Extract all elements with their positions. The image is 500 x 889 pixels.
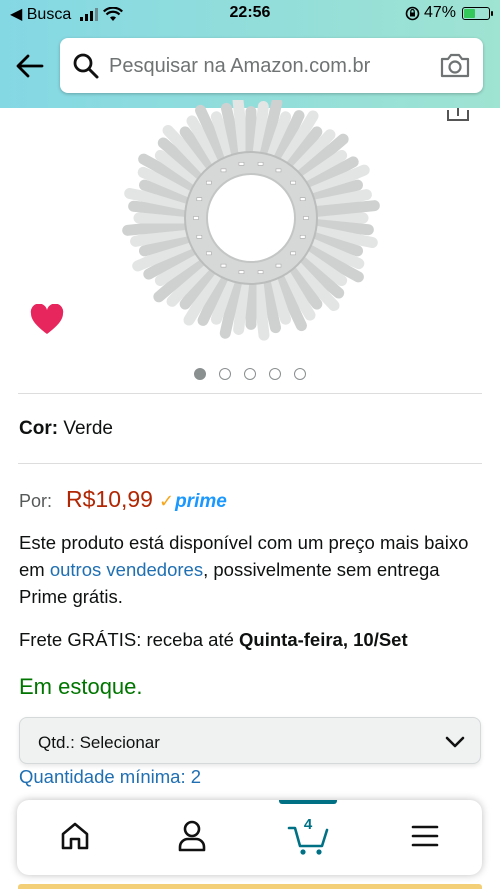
- price-row: Por: R$10,99 ✓ prime: [19, 486, 227, 513]
- battery-icon: [462, 6, 493, 20]
- divider: [18, 463, 482, 464]
- search-input[interactable]: Pesquisar na Amazon.com.br: [60, 38, 483, 93]
- delivery-date: Quinta-feira, 10/Set: [239, 629, 408, 650]
- nav-account[interactable]: [162, 814, 222, 858]
- chevron-down-icon: [445, 736, 465, 748]
- nav-home[interactable]: [45, 814, 105, 858]
- status-right: 47%: [405, 4, 493, 22]
- nav-menu[interactable]: [395, 814, 455, 858]
- price-value: R$10,99: [66, 486, 153, 512]
- battery-percent: 47%: [423, 4, 456, 21]
- prime-check-icon: ✓: [158, 491, 175, 511]
- orientation-lock-icon: [405, 6, 420, 20]
- color-value: Verde: [63, 418, 113, 439]
- minimum-quantity-link[interactable]: Quantidade mínima: 2: [19, 766, 201, 788]
- color-label: Cor:: [19, 418, 59, 439]
- product-image[interactable]: [116, 100, 386, 345]
- wishlist-heart-icon[interactable]: [30, 304, 64, 336]
- color-selection: Cor: Verde: [19, 418, 113, 440]
- active-tab-indicator: [279, 800, 337, 804]
- home-icon: [61, 822, 89, 850]
- search-icon: [73, 53, 99, 79]
- prime-badge: ✓ prime: [159, 491, 227, 513]
- account-icon: [178, 820, 206, 852]
- divider: [18, 393, 482, 394]
- search-placeholder: Pesquisar na Amazon.com.br: [109, 55, 371, 77]
- nav-cart[interactable]: 4: [279, 814, 339, 858]
- price-label: Por:: [19, 491, 53, 511]
- carousel-dot[interactable]: [269, 368, 281, 380]
- quantity-select-label: Qtd.: Selecionar: [38, 733, 160, 752]
- delivery-info: Frete GRÁTIS: receba até Quinta-feira, 1…: [19, 629, 408, 651]
- stock-status: Em estoque.: [19, 674, 143, 699]
- cart-count-badge: 4: [303, 816, 313, 833]
- carousel-dot[interactable]: [244, 368, 256, 380]
- carousel-dot[interactable]: [219, 368, 231, 380]
- freight-text: Frete GRÁTIS: receba até: [19, 629, 240, 650]
- hamburger-menu-icon: [411, 825, 439, 847]
- quantity-select[interactable]: Qtd.: Selecionar: [19, 717, 481, 764]
- availability-notice: Este produto está disponível com um preç…: [19, 529, 481, 610]
- image-carousel-dots[interactable]: [0, 368, 500, 380]
- product-page: ◀ Busca 22:56 47% Pesquisar na Amazon.co…: [0, 0, 500, 889]
- back-arrow-icon[interactable]: [14, 50, 46, 82]
- other-sellers-link[interactable]: outros vendedores: [50, 559, 203, 580]
- bottom-nav: 4: [17, 800, 482, 875]
- carousel-dot[interactable]: [294, 368, 306, 380]
- status-bar: ◀ Busca 22:56 47%: [0, 0, 500, 28]
- carousel-dot[interactable]: [194, 368, 206, 380]
- camera-icon[interactable]: [439, 50, 471, 80]
- share-icon[interactable]: [446, 108, 470, 122]
- header: ◀ Busca 22:56 47% Pesquisar na Amazon.co…: [0, 0, 500, 108]
- prime-label: prime: [175, 491, 227, 512]
- add-to-cart-button-peek[interactable]: [18, 884, 482, 889]
